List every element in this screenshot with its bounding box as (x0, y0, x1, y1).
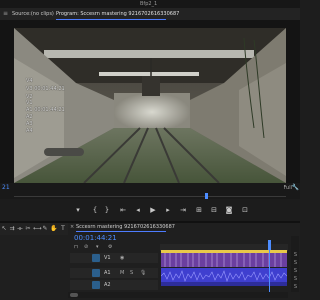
button-editor-icon[interactable]: ⊡ (240, 205, 250, 215)
solo-button[interactable]: S (292, 284, 299, 291)
overlay-a1: A1 00:01:44:21 (26, 107, 65, 113)
solo-icon[interactable]: S (130, 269, 133, 277)
scrubber-track[interactable] (14, 196, 286, 197)
track-header-v1[interactable]: V1 ◉ (70, 253, 158, 263)
monitor-tab-row: ≡ Source:(no clips) Program: Sccesrn mas… (0, 8, 300, 20)
sequence-tab[interactable]: Sccesrn mastering 9216702616330687 (76, 224, 175, 231)
lift-button[interactable]: ⊞ (194, 205, 204, 215)
timeline-playhead[interactable] (268, 240, 271, 250)
tab-program[interactable]: Program: Sccesrn mastering 9216702616330… (56, 10, 179, 18)
mark-clip-button[interactable]: } (102, 205, 112, 215)
hand-tool-icon[interactable]: ✋ (50, 225, 58, 233)
scrollbar-thumb[interactable] (70, 293, 78, 297)
selection-tool-icon[interactable]: ↖ (0, 225, 8, 233)
solo-button[interactable]: S (292, 260, 299, 267)
program-timecode[interactable]: 21 (2, 184, 10, 192)
overlay-a3: A3 (26, 121, 33, 127)
solo-button[interactable]: S (292, 252, 299, 259)
monitor-info-row: 21 Full 🔧 (0, 183, 300, 193)
window-title-bar: Bfp2_1 (0, 0, 300, 8)
ripple-tool-icon[interactable]: ⟛ (16, 225, 24, 233)
timeline-timecode[interactable]: 00:01:44:21 (74, 234, 117, 242)
slip-tool-icon[interactable]: ⟷ (33, 225, 42, 233)
transport-controls: ▾ { } ⇤ ◂ ▶ ▸ ⇥ ⊞ ⊟ ◙ ⊡ (0, 199, 300, 221)
microphone-icon[interactable]: 🎙 (140, 269, 146, 277)
overlay-v4: V4 (26, 78, 33, 84)
razor-tool-icon[interactable]: ✂ (24, 225, 32, 233)
playhead-line (269, 250, 270, 292)
track-height-scroll[interactable]: S S S S S (291, 236, 299, 292)
track-select-tool-icon[interactable]: ⇉ (8, 225, 16, 233)
mute-icon[interactable]: M (120, 269, 124, 277)
timeline-horizontal-scrollbar[interactable] (68, 292, 288, 298)
timeline-settings-icon[interactable]: ⚙ (108, 244, 112, 250)
source-patch-a1[interactable] (92, 269, 100, 277)
source-patch-v1[interactable] (92, 254, 100, 262)
wrench-icon[interactable]: 🔧 (292, 183, 299, 192)
tunnel-scene-image (14, 28, 286, 183)
go-to-out-button[interactable]: ⇥ (178, 205, 188, 215)
type-tool-icon[interactable]: T (59, 225, 67, 233)
overlay-a2: A2 (26, 114, 33, 120)
close-tab-icon[interactable]: × (70, 224, 74, 231)
track-label-v1: V1 (104, 255, 111, 261)
add-marker-icon[interactable]: ▾ (96, 244, 99, 250)
tools-panel-body (0, 235, 68, 300)
solo-button[interactable]: S (292, 276, 299, 283)
tab-source[interactable]: Source:(no clips) (12, 10, 54, 18)
pen-tool-icon[interactable]: ✎ (41, 225, 49, 233)
overlay-v1: V1 (26, 100, 33, 106)
video-frame[interactable]: V4 V3 00:01:44:21 V2 V1 A1 00:01:44:21 A… (14, 28, 286, 183)
solo-button[interactable]: S (292, 268, 299, 275)
overlay-a4: A4 (26, 128, 33, 134)
panel-menu-icon[interactable]: ≡ (3, 10, 8, 18)
export-frame-icon[interactable]: ◙ (224, 205, 234, 215)
window-title: Bfp2_1 (140, 1, 158, 7)
sequence-tab-underline (76, 231, 166, 232)
step-forward-button[interactable]: ▸ (163, 205, 173, 215)
track-label-a2: A2 (104, 282, 111, 288)
track-header-a1[interactable]: A1 M S 🎙 (70, 268, 158, 278)
step-back-button[interactable]: ◂ (133, 205, 143, 215)
tools-panel: ↖ ⇉ ⟛ ✂ ⟷ ✎ ✋ T (0, 223, 68, 235)
overlay-v3: V3 00:01:44:21 (26, 86, 65, 92)
linked-selection-icon[interactable]: ⊘ (84, 244, 88, 250)
track-header-a2[interactable]: A2 (70, 280, 158, 290)
mark-in-button[interactable]: ▾ (73, 205, 83, 215)
mark-out-button[interactable]: { (90, 205, 100, 215)
track-label-a1: A1 (104, 270, 111, 276)
toggle-output-icon[interactable]: ◉ (120, 254, 124, 262)
extract-button[interactable]: ⊟ (209, 205, 219, 215)
source-patch-a2[interactable] (92, 281, 100, 289)
snap-icon[interactable]: ⊓ (74, 244, 78, 250)
play-button[interactable]: ▶ (148, 205, 158, 215)
go-to-in-button[interactable]: ⇤ (118, 205, 128, 215)
